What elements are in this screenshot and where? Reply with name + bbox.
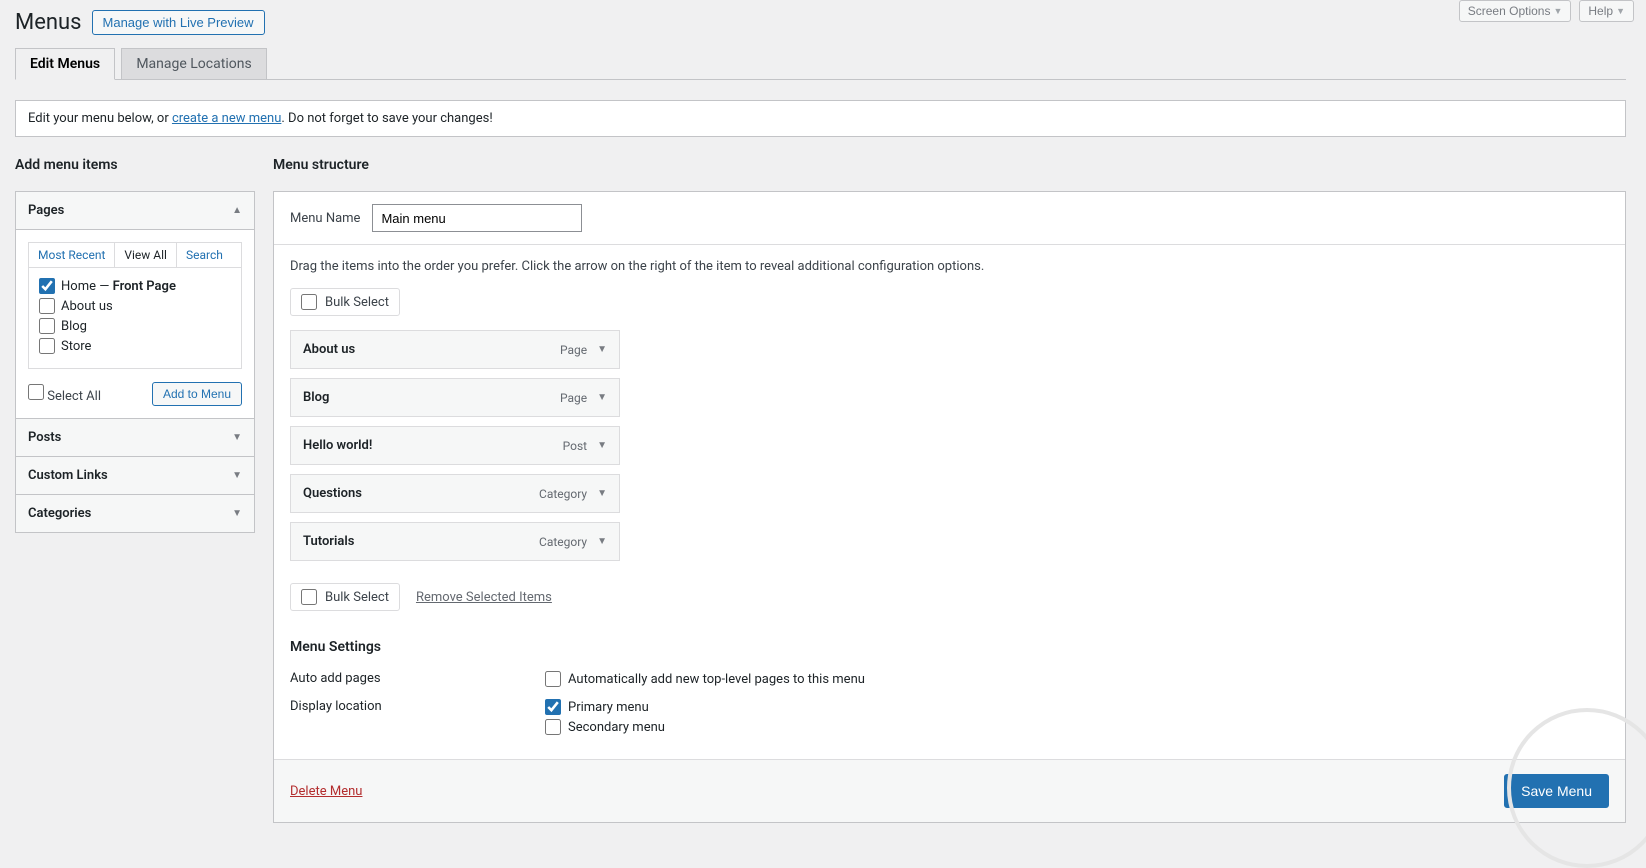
- accordion-posts[interactable]: Posts ▼: [16, 418, 254, 456]
- caret-down-icon: ▼: [232, 508, 242, 519]
- select-all-row[interactable]: Select All: [28, 384, 101, 404]
- bulk-select-bottom[interactable]: Bulk Select: [290, 583, 400, 611]
- page-item-store[interactable]: Store: [39, 338, 231, 354]
- caret-down-icon: ▼: [232, 470, 242, 481]
- menu-structure-heading: Menu structure: [273, 157, 1626, 173]
- subtab-search[interactable]: Search: [177, 243, 232, 267]
- checkbox-primary-menu[interactable]: [545, 699, 561, 715]
- delete-menu-link[interactable]: Delete Menu: [290, 784, 362, 799]
- tab-edit-menus[interactable]: Edit Menus: [15, 48, 115, 80]
- caret-down-icon: ▼: [1616, 6, 1625, 16]
- subtab-view-all[interactable]: View All: [115, 243, 177, 267]
- accordion-categories[interactable]: Categories ▼: [16, 494, 254, 532]
- menu-name-label: Menu Name: [290, 211, 360, 226]
- location-primary[interactable]: Primary menu: [545, 699, 665, 715]
- create-new-menu-link[interactable]: create a new menu: [172, 111, 281, 126]
- checkbox-select-all[interactable]: [28, 384, 44, 400]
- page-title: Menus: [15, 10, 82, 35]
- screen-options-label: Screen Options: [1468, 4, 1551, 18]
- page-item-about[interactable]: About us: [39, 298, 231, 314]
- caret-up-icon: ▲: [232, 205, 242, 216]
- auto-add-label: Auto add pages: [290, 671, 545, 691]
- location-secondary[interactable]: Secondary menu: [545, 719, 665, 735]
- auto-add-option[interactable]: Automatically add new top-level pages to…: [545, 671, 865, 687]
- menu-item[interactable]: Tutorials Category▼: [290, 522, 620, 561]
- bulk-select-top[interactable]: Bulk Select: [290, 288, 400, 316]
- checkbox-secondary-menu[interactable]: [545, 719, 561, 735]
- caret-down-icon[interactable]: ▼: [597, 392, 607, 403]
- caret-down-icon: ▼: [232, 432, 242, 443]
- screen-options-button[interactable]: Screen Options ▼: [1459, 0, 1572, 22]
- help-label: Help: [1588, 4, 1613, 18]
- live-preview-button[interactable]: Manage with Live Preview: [92, 10, 265, 35]
- page-item-home[interactable]: Home — Front Page: [39, 278, 231, 294]
- display-location-label: Display location: [290, 699, 545, 739]
- subtab-most-recent[interactable]: Most Recent: [29, 243, 115, 267]
- remove-selected-link[interactable]: Remove Selected Items: [416, 590, 552, 605]
- menu-item[interactable]: Questions Category▼: [290, 474, 620, 513]
- checkbox-store[interactable]: [39, 338, 55, 354]
- checkbox-blog[interactable]: [39, 318, 55, 334]
- menu-item[interactable]: Hello world! Post▼: [290, 426, 620, 465]
- accordion-pages-label: Pages: [28, 203, 64, 218]
- menu-settings-heading: Menu Settings: [290, 639, 1609, 655]
- checkbox-auto-add[interactable]: [545, 671, 561, 687]
- add-items-heading: Add menu items: [15, 157, 255, 173]
- page-item-blog[interactable]: Blog: [39, 318, 231, 334]
- checkbox-bulk-bottom[interactable]: [301, 589, 317, 605]
- checkbox-about[interactable]: [39, 298, 55, 314]
- info-notice: Edit your menu below, or create a new me…: [15, 100, 1626, 137]
- notice-text-pre: Edit your menu below, or: [28, 111, 172, 126]
- tab-manage-locations[interactable]: Manage Locations: [121, 48, 266, 80]
- caret-down-icon: ▼: [1553, 6, 1562, 16]
- checkbox-home[interactable]: [39, 278, 55, 294]
- checkbox-bulk-top[interactable]: [301, 294, 317, 310]
- notice-text-post: . Do not forget to save your changes!: [281, 111, 492, 126]
- drag-instructions: Drag the items into the order you prefer…: [290, 259, 1609, 274]
- menu-item[interactable]: Blog Page▼: [290, 378, 620, 417]
- caret-down-icon[interactable]: ▼: [597, 536, 607, 547]
- accordion-pages[interactable]: Pages ▲: [16, 192, 254, 229]
- add-to-menu-button[interactable]: Add to Menu: [152, 382, 242, 406]
- help-button[interactable]: Help ▼: [1579, 0, 1634, 22]
- menu-name-input[interactable]: [372, 204, 582, 232]
- caret-down-icon[interactable]: ▼: [597, 344, 607, 355]
- caret-down-icon[interactable]: ▼: [597, 488, 607, 499]
- accordion-custom-links[interactable]: Custom Links ▼: [16, 456, 254, 494]
- menu-item[interactable]: About us Page▼: [290, 330, 620, 369]
- save-menu-button[interactable]: Save Menu: [1504, 774, 1609, 808]
- caret-down-icon[interactable]: ▼: [597, 440, 607, 451]
